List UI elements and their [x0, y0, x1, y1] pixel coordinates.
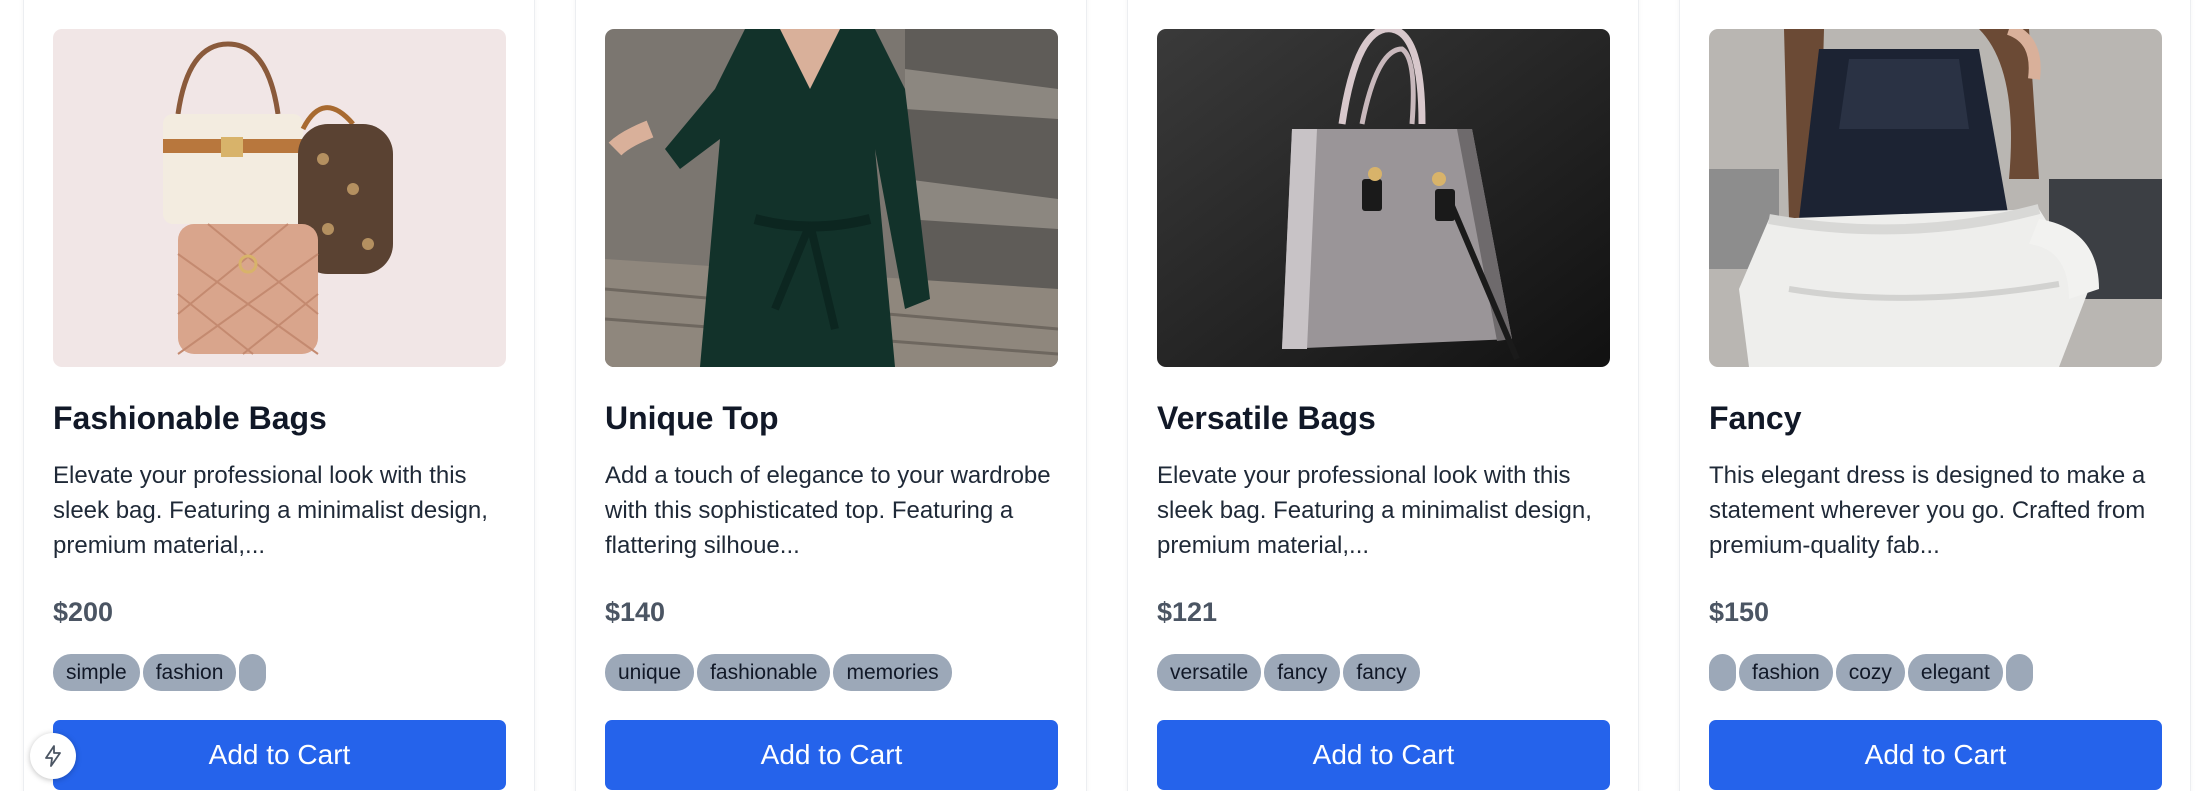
- product-description: Elevate your professional look with this…: [53, 462, 488, 559]
- add-to-cart-button[interactable]: Add to Cart: [605, 720, 1058, 790]
- product-description: Elevate your professional look with this…: [1157, 462, 1592, 559]
- tag[interactable]: elegant: [1907, 654, 2003, 691]
- product-card: Versatile Bags Elevate your professional…: [1127, 0, 1639, 791]
- product-image-grey-bag[interactable]: [1157, 29, 1610, 367]
- tag[interactable]: simple: [53, 654, 140, 691]
- product-card: Fashionable Bags Elevate your profession…: [23, 0, 535, 791]
- tag-list: unique fashionable memories: [605, 654, 952, 691]
- lightning-icon: [45, 745, 61, 767]
- tag[interactable]: fancy: [1264, 654, 1341, 691]
- product-card: Fancy This elegant dress is designed to …: [1679, 0, 2191, 791]
- product-price: $200: [53, 597, 114, 627]
- product-title[interactable]: Unique Top: [605, 400, 779, 437]
- tag-empty[interactable]: [1709, 654, 1736, 691]
- product-title[interactable]: Fashionable Bags: [53, 400, 327, 437]
- add-to-cart-button[interactable]: Add to Cart: [1157, 720, 1610, 790]
- product-image-handbags[interactable]: [53, 29, 506, 367]
- floating-action-button[interactable]: [30, 733, 76, 779]
- product-price: $140: [605, 597, 666, 627]
- product-image-ruffle-top[interactable]: [1709, 29, 2162, 367]
- product-description: This elegant dress is designed to make a…: [1709, 462, 2146, 559]
- grey-bag-photo: [1157, 29, 1610, 367]
- add-to-cart-button[interactable]: Add to Cart: [53, 720, 506, 790]
- tag-list: versatile fancy fancy: [1157, 654, 1420, 691]
- tag-list: simple fashion: [53, 654, 267, 691]
- product-title[interactable]: Versatile Bags: [1157, 400, 1376, 437]
- product-price: $121: [1157, 597, 1218, 627]
- handbags-photo: [53, 29, 506, 367]
- product-card: Unique Top Add a touch of elegance to yo…: [575, 0, 1087, 791]
- tag-empty[interactable]: [2005, 654, 2033, 691]
- product-description: Add a touch of elegance to your wardrobe…: [605, 462, 1051, 559]
- tag[interactable]: versatile: [1157, 654, 1262, 691]
- tag[interactable]: fashion: [1739, 654, 1833, 691]
- tag[interactable]: memories: [833, 654, 952, 691]
- product-grid: Fashionable Bags Elevate your profession…: [0, 0, 2203, 791]
- tag[interactable]: fashionable: [697, 654, 831, 691]
- tag[interactable]: fancy: [1343, 654, 1420, 691]
- product-price: $150: [1709, 597, 1770, 627]
- tag-empty[interactable]: [239, 654, 267, 691]
- add-to-cart-button[interactable]: Add to Cart: [1709, 720, 2162, 790]
- tag[interactable]: fashion: [142, 654, 237, 691]
- product-title[interactable]: Fancy: [1709, 400, 1801, 437]
- green-dress-photo: [605, 29, 1058, 367]
- ruffle-top-photo: [1709, 29, 2162, 367]
- tag[interactable]: cozy: [1835, 654, 1905, 691]
- tag-list: fashion cozy elegant: [1709, 654, 2033, 691]
- product-image-green-dress[interactable]: [605, 29, 1058, 367]
- tag[interactable]: unique: [605, 654, 695, 691]
